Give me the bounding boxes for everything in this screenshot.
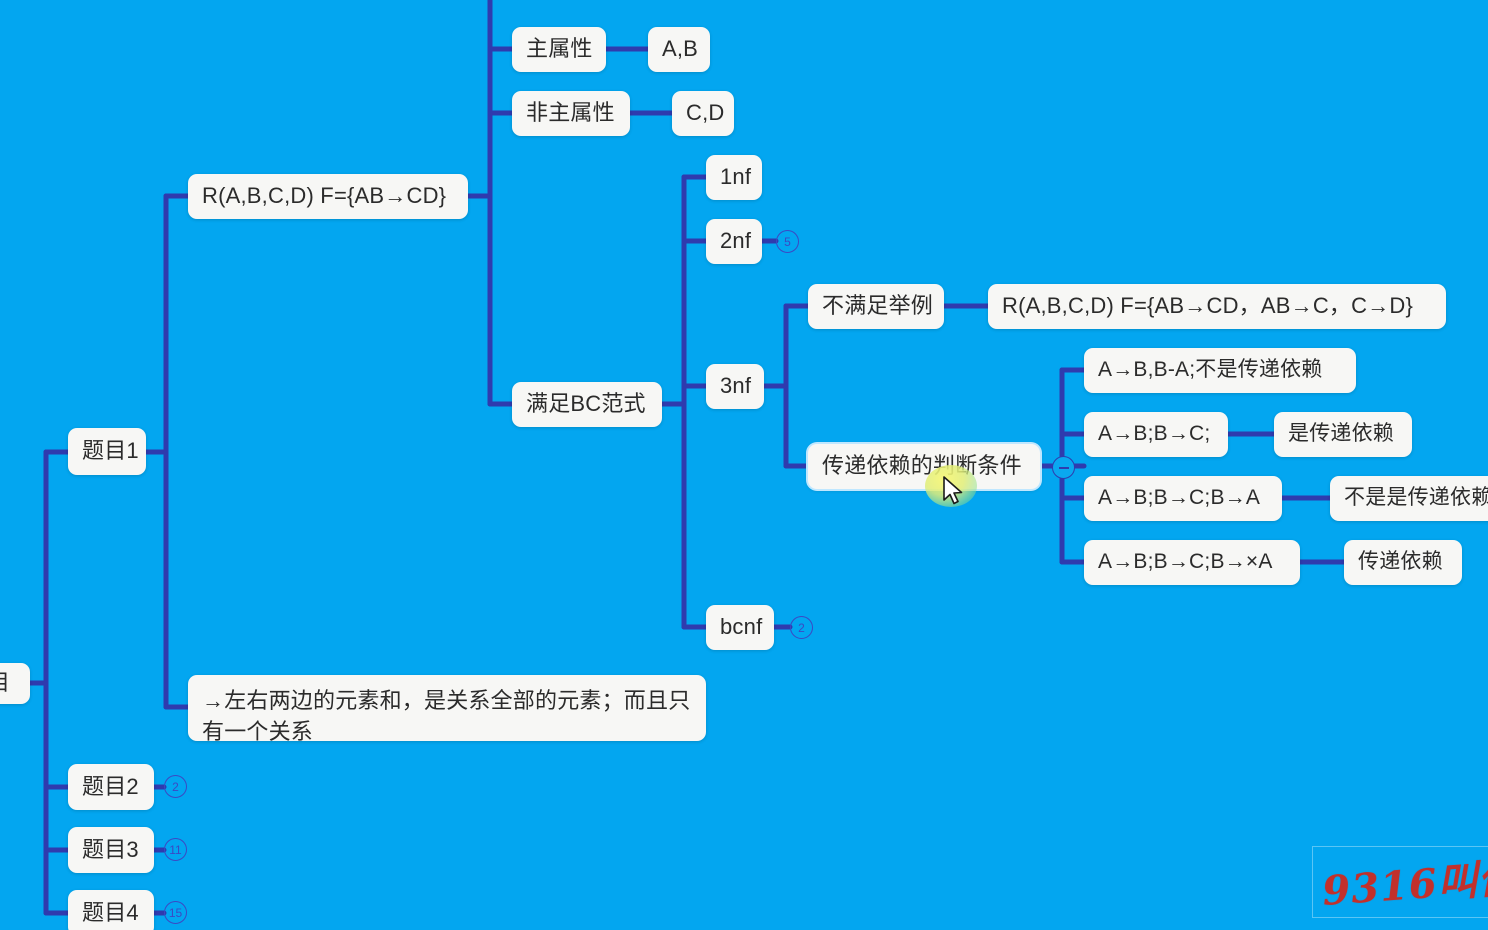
node-topic2[interactable]: 题目2 (68, 764, 154, 810)
collapse-toggle-icon[interactable] (1052, 456, 1075, 479)
node-note-left-right-label: →左右两边的元素和，是关系全部的元素；而且只有一个关系 (202, 688, 691, 745)
node-topic4[interactable]: 题目4 (68, 890, 154, 930)
node-condition-4-result[interactable]: 传递依赖 (1344, 540, 1462, 585)
node-condition-4[interactable]: A→B;B→C;B→×A (1084, 540, 1300, 585)
node-bcnf-label: bcnf (720, 614, 763, 640)
node-root-label: 目 (0, 669, 10, 697)
edge-layer (27, 0, 1347, 916)
node-note-left-right[interactable]: →左右两边的元素和，是关系全部的元素；而且只有一个关系 (188, 675, 706, 744)
badge-2nf-count: 5 (784, 234, 791, 249)
node-condition-1-label: A→B,B-A;不是传递依赖 (1098, 358, 1323, 382)
node-topic3[interactable]: 题目3 (68, 827, 154, 873)
node-condition-3-result[interactable]: 不是是传递依赖 (1330, 476, 1488, 521)
node-root[interactable]: 目 (0, 663, 30, 704)
node-transitive-condition[interactable]: 传递依赖的判断条件 (808, 444, 1040, 489)
node-prime-attribute-value-label: A,B (662, 36, 699, 62)
node-1nf[interactable]: 1nf (706, 155, 762, 200)
node-relation-label: R(A,B,C,D) F={AB→CD} (202, 183, 447, 209)
node-not-satisfy-example[interactable]: 不满足举例 (808, 284, 944, 329)
badge-topic4-count: 15 (168, 905, 183, 920)
node-nonprime-attribute-label: 非主属性 (526, 100, 615, 126)
node-topic2-label: 题目2 (82, 773, 139, 799)
node-condition-1[interactable]: A→B,B-A;不是传递依赖 (1084, 348, 1356, 393)
badge-topic3[interactable]: 11 (164, 838, 187, 861)
node-condition-3[interactable]: A→B;B→C;B→A (1084, 476, 1282, 521)
node-nonprime-attribute-value[interactable]: C,D (672, 91, 734, 136)
node-condition-2-result-label: 是传递依赖 (1288, 422, 1394, 446)
node-condition-3-result-label: 不是是传递依赖 (1344, 486, 1488, 510)
node-condition-4-result-label: 传递依赖 (1358, 550, 1443, 574)
badge-topic2[interactable]: 2 (164, 775, 187, 798)
node-condition-4-label: A→B;B→C;B→×A (1098, 550, 1273, 574)
node-prime-attribute[interactable]: 主属性 (512, 27, 606, 72)
node-topic4-label: 题目4 (82, 899, 139, 925)
node-2nf[interactable]: 2nf (706, 219, 762, 264)
node-prime-attribute-value[interactable]: A,B (648, 27, 710, 72)
minus-icon (1058, 466, 1069, 469)
node-1nf-label: 1nf (720, 164, 752, 190)
node-3nf[interactable]: 3nf (706, 364, 764, 409)
node-condition-2[interactable]: A→B;B→C; (1084, 412, 1228, 457)
node-topic3-label: 题目3 (82, 836, 139, 862)
node-bcnf[interactable]: bcnf (706, 605, 774, 650)
node-not-satisfy-relation[interactable]: R(A,B,C,D) F={AB→CD，AB→C，C→D} (988, 284, 1446, 329)
node-condition-2-result[interactable]: 是传递依赖 (1274, 412, 1412, 457)
node-transitive-condition-label: 传递依赖的判断条件 (822, 453, 1022, 479)
node-nonprime-attribute[interactable]: 非主属性 (512, 91, 630, 136)
badge-bcnf[interactable]: 2 (790, 616, 813, 639)
badge-bcnf-count: 2 (798, 620, 805, 635)
node-not-satisfy-example-label: 不满足举例 (822, 293, 934, 319)
badge-topic3-count: 11 (169, 842, 182, 857)
badge-2nf[interactable]: 5 (776, 230, 799, 253)
node-condition-2-label: A→B;B→C; (1098, 422, 1211, 446)
node-condition-3-label: A→B;B→C;B→A (1098, 486, 1261, 510)
badge-topic2-count: 2 (172, 779, 179, 794)
node-bc-normal-form[interactable]: 满足BC范式 (512, 382, 662, 427)
node-not-satisfy-relation-label: R(A,B,C,D) F={AB→CD，AB→C，C→D} (1002, 293, 1414, 319)
node-prime-attribute-label: 主属性 (526, 36, 593, 62)
badge-topic4[interactable]: 15 (164, 901, 187, 924)
node-2nf-label: 2nf (720, 228, 752, 254)
node-topic1[interactable]: 题目1 (68, 428, 146, 475)
node-topic1-label: 题目1 (82, 438, 139, 464)
node-bc-normal-form-label: 满足BC范式 (526, 391, 646, 417)
node-nonprime-attribute-value-label: C,D (686, 100, 725, 126)
node-3nf-label: 3nf (720, 373, 752, 399)
node-relation[interactable]: R(A,B,C,D) F={AB→CD} (188, 174, 468, 219)
mindmap-canvas[interactable]: 目 题目1 题目2 2 题目3 11 题目4 15 R(A,B,C,D) F={… (0, 0, 1488, 930)
